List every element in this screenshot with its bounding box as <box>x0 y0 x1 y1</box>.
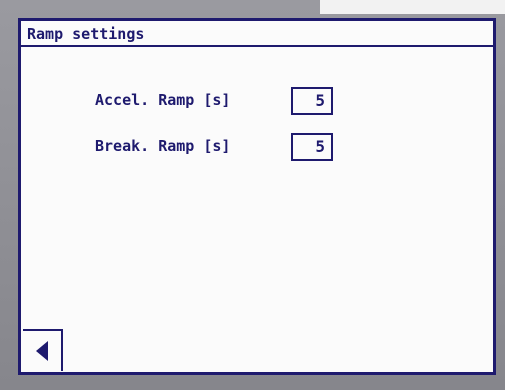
break-ramp-input[interactable]: 5 <box>291 133 333 161</box>
back-button[interactable] <box>23 329 63 371</box>
back-arrow-icon <box>36 341 48 361</box>
accel-ramp-input[interactable]: 5 <box>291 87 333 115</box>
accel-ramp-label: Accel. Ramp [s] <box>95 91 231 109</box>
screen-panel: Ramp settings Accel. Ramp [s] 5 Break. R… <box>18 18 496 375</box>
break-ramp-label: Break. Ramp [s] <box>95 137 231 155</box>
title-bar: Ramp settings <box>21 21 493 47</box>
page-title: Ramp settings <box>27 25 145 43</box>
background-paper <box>320 0 505 14</box>
